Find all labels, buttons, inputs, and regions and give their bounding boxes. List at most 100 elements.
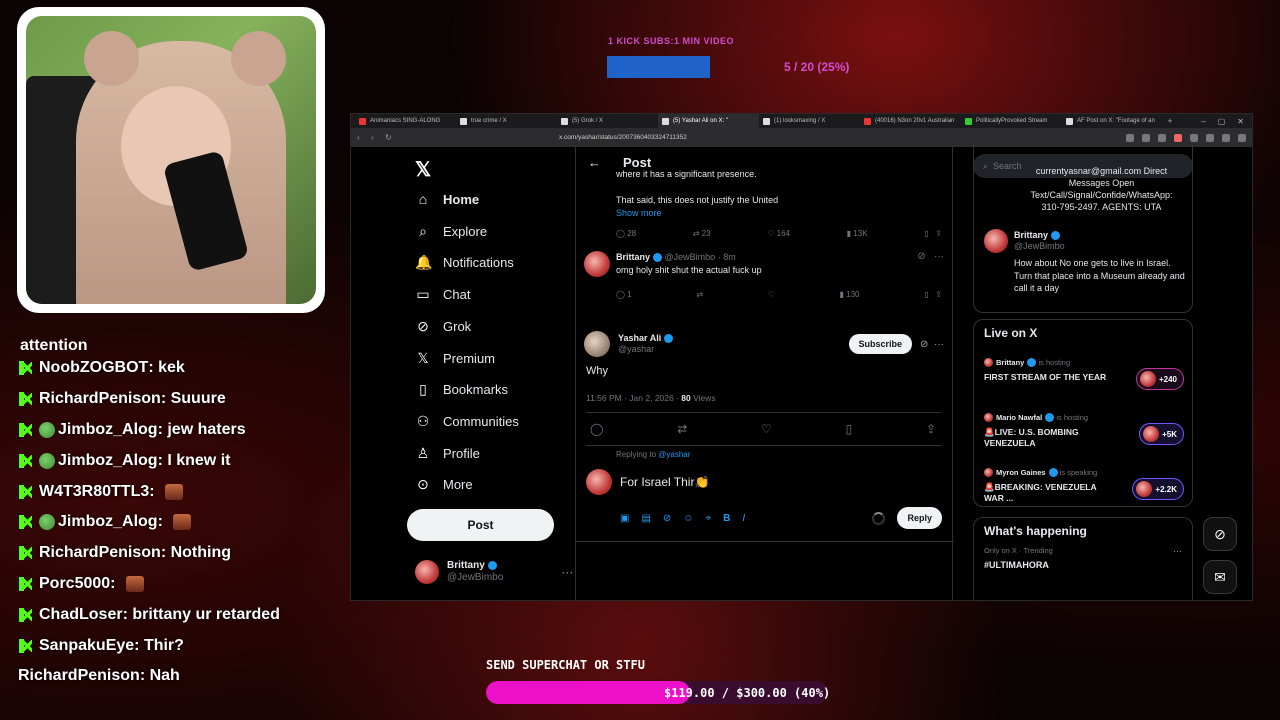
url-field[interactable]: x.com/yashar/status/2007360403324711352 [559,134,687,141]
close-window-icon[interactable]: ✕ [1237,117,1244,126]
reply-action[interactable]: ◯ 1 [616,290,632,299]
nav-item-home[interactable]: ⌂ Home [415,191,479,207]
gif-icon[interactable]: ▤ [641,513,650,524]
nav-item-more[interactable]: ⊙ More [415,476,473,493]
live-listeners-pill[interactable]: +2.2K [1132,478,1184,500]
reload-icon[interactable]: ↻ [385,133,399,142]
repost-icon[interactable]: ⇄ [677,422,687,436]
chat-text: Thir? [143,636,184,654]
minimize-icon[interactable]: – [1201,117,1205,126]
nav-item-grok[interactable]: ⊘ Grok [415,318,471,335]
reply-action[interactable]: ◯ 28 [616,229,636,238]
trend-item[interactable]: Only on X · Trending ··· #ULTIMAHORA [974,544,1192,572]
chat-text: Nothing [170,544,232,562]
sidebar-post-text: How about No one gets to live in Israel.… [1014,258,1185,293]
grok-icon[interactable]: ⊘ [917,251,925,262]
nav-item-premium[interactable]: 𝕏 Premium [415,350,495,367]
reply-icon[interactable]: ◯ [590,422,603,436]
nav-item-communities[interactable]: ⚇ Communities [415,413,519,430]
show-more-link[interactable]: Show more [616,208,662,218]
tweet-author[interactable]: Yashar Ali [618,333,661,343]
emoji-icon[interactable]: ☺ [683,513,693,524]
nav-item-notifications[interactable]: 🔔 Notifications [415,254,514,271]
chat-badge-icon [39,421,55,438]
nav-item-explore[interactable]: ⌕ Explore [415,223,487,240]
browser-tab[interactable]: AF Post on X: "Footage of an [1062,114,1163,128]
live-listeners-pill[interactable]: +240 [1135,368,1184,390]
x-page: 𝕏 ⌂ Home ⌕ Explore 🔔 Notifications ▭ Chat ⊘ Grok 𝕏… [351,137,1252,600]
search-icon: ⌕ [419,222,427,239]
replying-to: Replying to @yashar [616,450,691,459]
views-action[interactable]: ▮ 130 [840,290,860,299]
x-logo-icon[interactable]: 𝕏 [415,157,431,182]
more-dots-icon[interactable]: ··· [934,251,944,262]
repost-action[interactable]: ⇄ [696,290,703,299]
tweet-actions-bar: ◯ ⇄ ♡ ▯ ⇪ [590,422,936,436]
image-icon[interactable]: ▣ [620,513,629,524]
browser-tab[interactable]: Animaniacs SING-ALONG [355,114,456,128]
back-arrow-icon[interactable]: ← [588,155,601,170]
italic-icon[interactable]: I [742,513,745,524]
sidebar-icon[interactable] [1222,133,1230,142]
browser-tab[interactable]: (40016) N3on 20v1 Australian [860,114,961,128]
live-item[interactable]: Mario Nawfal is hosting 🚨LIVE: U.S. BOMBI… [984,413,1184,449]
location-icon[interactable]: ⌖ [706,513,712,524]
tweet-handle[interactable]: @yashar [618,344,673,355]
live-item[interactable]: Brittany is hosting FIRST STREAM OF THE Y… [984,358,1184,390]
bold-icon[interactable]: B [723,513,730,524]
subscribe-button[interactable]: Subscribe [848,334,913,354]
bookmark-icon[interactable]: ▯ [846,422,853,436]
nav-item-profile[interactable]: ♙ Profile [415,445,480,462]
live-item[interactable]: Myron Gaines is speaking 🚨BREAKING: VENEZ… [984,468,1184,504]
browser-tab[interactable]: (1) looksmaxing / X [759,114,860,128]
grok-icon[interactable]: ⊘ [663,513,671,524]
subs-goal-label: 1 KICK SUBS:1 MIN VIDEO [608,36,735,46]
replying-handle-link[interactable]: @yashar [658,450,690,459]
bookmark-icon[interactable]: ▯ ⇪ [924,290,942,299]
tab-favicon-icon [561,117,568,125]
browser-tab[interactable]: PoliticallyProvoked Stream [961,114,1062,128]
bio-line: 310-795-2497. AGENTS: UTA [1041,202,1162,212]
new-tab-button[interactable]: + [1163,116,1177,126]
nav-item-bookmarks[interactable]: ▯ Bookmarks [415,381,508,398]
reply-button[interactable]: Reply [897,507,942,529]
stream-chat: attention NoobZOGBOT: kek RichardPenison:… [18,333,338,692]
profile-bio: currentyasnar@gmail.com Direct Messages O… [1014,165,1189,213]
chat-message: Jimboz_Alog: I knew it [18,445,338,476]
home-icon: ⌂ [418,191,428,207]
browser-tab[interactable]: (5) Yashar Ali on X: " [658,114,759,128]
profile-icon: ♙ [416,444,430,461]
more-dots-icon[interactable]: ··· [1173,546,1182,556]
maximize-icon[interactable]: ▢ [1218,117,1226,126]
browser-tab[interactable]: (5) Grok / X [557,114,658,128]
share-icon[interactable]: ⇪ [926,422,936,436]
forward-icon[interactable]: › [371,133,385,142]
like-icon[interactable]: ♡ [761,422,772,436]
back-icon[interactable]: ‹ [357,133,371,142]
like-action[interactable]: ♡ [768,290,775,299]
extension-icon[interactable] [1206,133,1214,142]
my-reply-tweet[interactable]: Brittany @JewBimbo · 8m omg holy shit sh… [584,251,944,277]
verified-icon [1027,358,1037,367]
grok-float-icon[interactable]: ⊘ [1203,517,1237,551]
post-button[interactable]: Post [407,509,554,541]
views-action[interactable]: ▮ 13K [847,229,868,238]
divider [586,412,941,413]
messages-icon[interactable]: ✉ [1203,560,1237,594]
more-dots-icon[interactable]: ··· [561,565,573,579]
account-switcher[interactable]: Brittany @JewBimbo ··· [415,560,573,584]
reply-composer[interactable]: For Israel Thir👏 [586,469,709,495]
bookmark-icon[interactable]: ▯ ⇪ [924,229,942,238]
reply-input[interactable]: For Israel Thir👏 [620,475,709,489]
menu-icon[interactable] [1238,133,1246,142]
chat-message: Jimboz_Alog: jew haters [18,415,338,446]
more-dots-icon[interactable]: ··· [934,339,944,350]
sidebar-user[interactable]: Brittany @JewBimbo [984,229,1065,253]
nav-item-chat[interactable]: ▭ Chat [415,286,470,303]
browser-tab[interactable]: true crime / X [456,114,557,128]
repost-action[interactable]: ⇄ 23 [693,229,711,238]
avatar [984,413,993,422]
live-listeners-pill[interactable]: +5K [1139,423,1184,445]
like-action[interactable]: ♡ 164 [767,229,790,238]
grok-icon[interactable]: ⊘ [920,339,928,350]
